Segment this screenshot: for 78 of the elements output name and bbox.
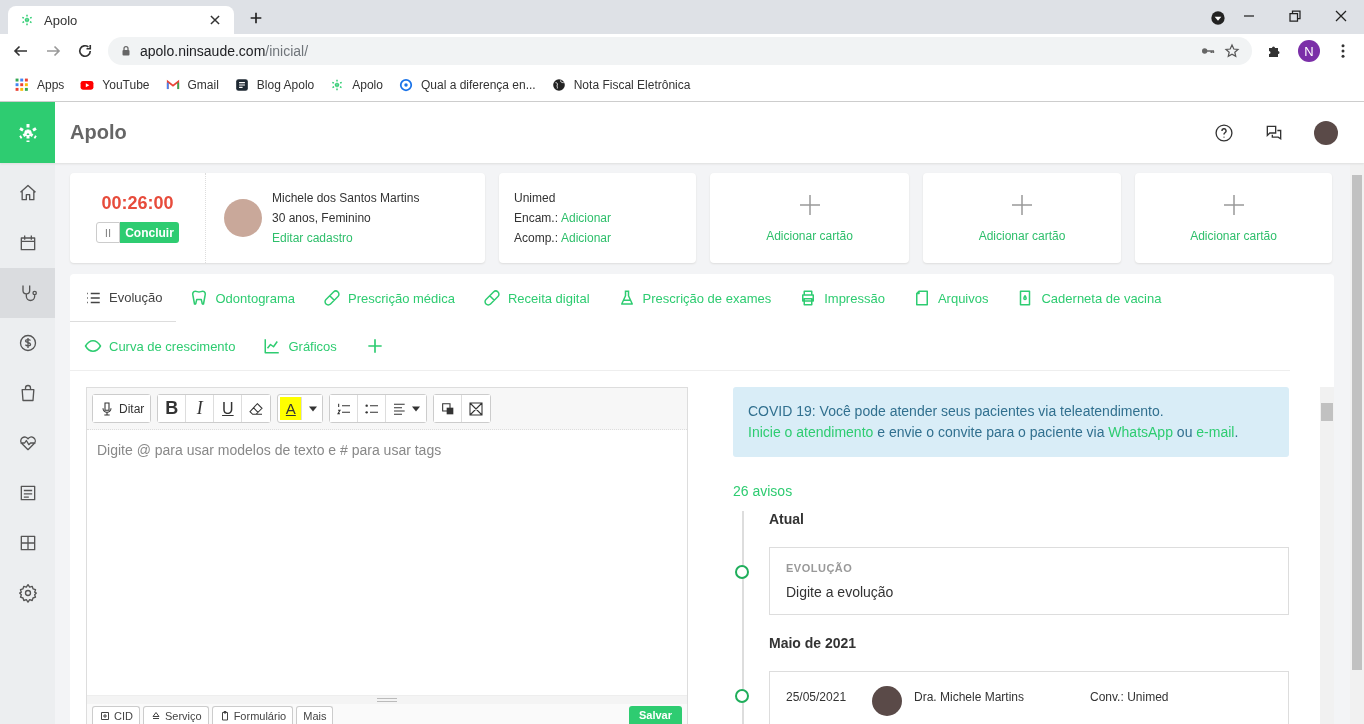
plus-icon [1010, 193, 1034, 217]
caret-icon [412, 404, 421, 413]
plus-icon [797, 193, 822, 217]
timeline-marker [735, 565, 749, 579]
microphone-icon [99, 400, 115, 417]
footer-button[interactable]: Formulário [211, 706, 294, 724]
lock-icon [120, 45, 132, 57]
expand-icon [468, 400, 485, 417]
caret-icon [309, 404, 318, 413]
ring-icon [398, 77, 413, 92]
dropdown-icon[interactable] [1210, 10, 1226, 26]
close-icon[interactable] [208, 13, 222, 27]
group-heading: Atual [769, 511, 804, 527]
star-icon[interactable] [1224, 43, 1240, 59]
patient-info: 30 anos, Feminino [272, 211, 372, 225]
insurance-name: Unimed [514, 191, 557, 205]
chart-icon [263, 337, 282, 355]
help-icon[interactable] [1214, 122, 1234, 143]
alert-text: COVID 19: Você pode atender seus pacientes via teleatendimento. Inicie o atendimento e envie o convite para o paciente via WhatsApp ou e-mail. [733, 387, 1289, 457]
browser-tab[interactable]: Apolo [8, 6, 234, 34]
globe-icon [551, 77, 566, 92]
app-title: Apolo [70, 121, 127, 144]
envelope-icon [165, 77, 180, 92]
entry-label: EVOLUÇÃO [786, 562, 854, 574]
cid-icon [99, 709, 111, 722]
dollar-icon [17, 333, 38, 353]
bookmark[interactable]: Nota Fiscal Eletrônica [551, 77, 691, 92]
group-heading: Maio de 2021 [769, 635, 857, 651]
numbered-list-button[interactable] [330, 395, 359, 422]
asterisk-icon [330, 77, 345, 92]
field-label: Encam.: [514, 211, 558, 225]
tab[interactable]: Evolução [70, 274, 177, 322]
highlight-button[interactable]: A [280, 397, 303, 420]
footer-button[interactable]: Mais [296, 706, 334, 724]
rich-text-editor[interactable]: Ditar B I U A Digite @ para usar modelos de texto e # para usar tags CID Serviço Formulário Mais Salvar [86, 387, 688, 724]
home-icon [17, 183, 38, 203]
patient-name: Michele dos Santos Martins [272, 191, 420, 205]
face-icon [84, 337, 102, 355]
field-label: Acomp.: [514, 231, 558, 245]
profile-avatar[interactable]: N [1298, 40, 1320, 62]
user-avatar[interactable] [1314, 120, 1338, 145]
footer-button[interactable]: Serviço [142, 706, 209, 724]
template-button[interactable] [434, 395, 463, 422]
address-bar[interactable]: apolo.ninsaude.com/inicial/ [108, 37, 1252, 65]
tooth-icon [190, 289, 209, 307]
pill-icon [482, 289, 501, 307]
bookmark[interactable]: Apolo [330, 77, 383, 92]
heart-icon [17, 433, 38, 453]
record-insurance: Conv.: Unimed [1090, 690, 1169, 704]
eraser-icon [248, 400, 265, 417]
bookmark[interactable]: Blog Apolo [234, 77, 315, 92]
timer-text: 00:26:00 [101, 193, 174, 214]
doctor-name: Dra. Michele Martins [914, 690, 1026, 704]
bookmark[interactable]: YouTube [80, 77, 150, 92]
gear-icon [17, 583, 38, 603]
timeline-marker [735, 689, 749, 703]
pause-icon [104, 228, 113, 237]
format-button[interactable]: B [158, 395, 187, 422]
evolution-card[interactable]: EVOLUÇÃO Digite a evolução [769, 547, 1289, 615]
url-text: apolo.ninsaude.com/inicial/ [140, 43, 309, 59]
patient-avatar [224, 199, 262, 237]
bookmark[interactable]: Gmail [165, 77, 219, 92]
bookmark[interactable]: Qual a diferença en... [398, 77, 536, 92]
record-date: 25/05/2021 [786, 690, 848, 704]
apps-grid-icon [15, 77, 29, 92]
copy-icon [439, 400, 456, 417]
asterisk-icon [20, 13, 34, 27]
document-icon [234, 77, 249, 92]
record-card[interactable]: 25/05/2021 Dra. Michele Martins Conv.: Unimed [769, 671, 1289, 724]
new-tab-icon[interactable] [248, 10, 264, 26]
pill-icon [323, 289, 341, 307]
footer-button[interactable]: CID [92, 706, 140, 724]
entry-text: Digite a evolução [786, 584, 895, 600]
bookmark[interactable]: Apps [15, 77, 65, 92]
reload-icon[interactable] [76, 42, 94, 60]
plus-icon [1221, 193, 1246, 217]
dictate-button[interactable]: Ditar [93, 395, 151, 422]
doctor-avatar [872, 686, 902, 716]
